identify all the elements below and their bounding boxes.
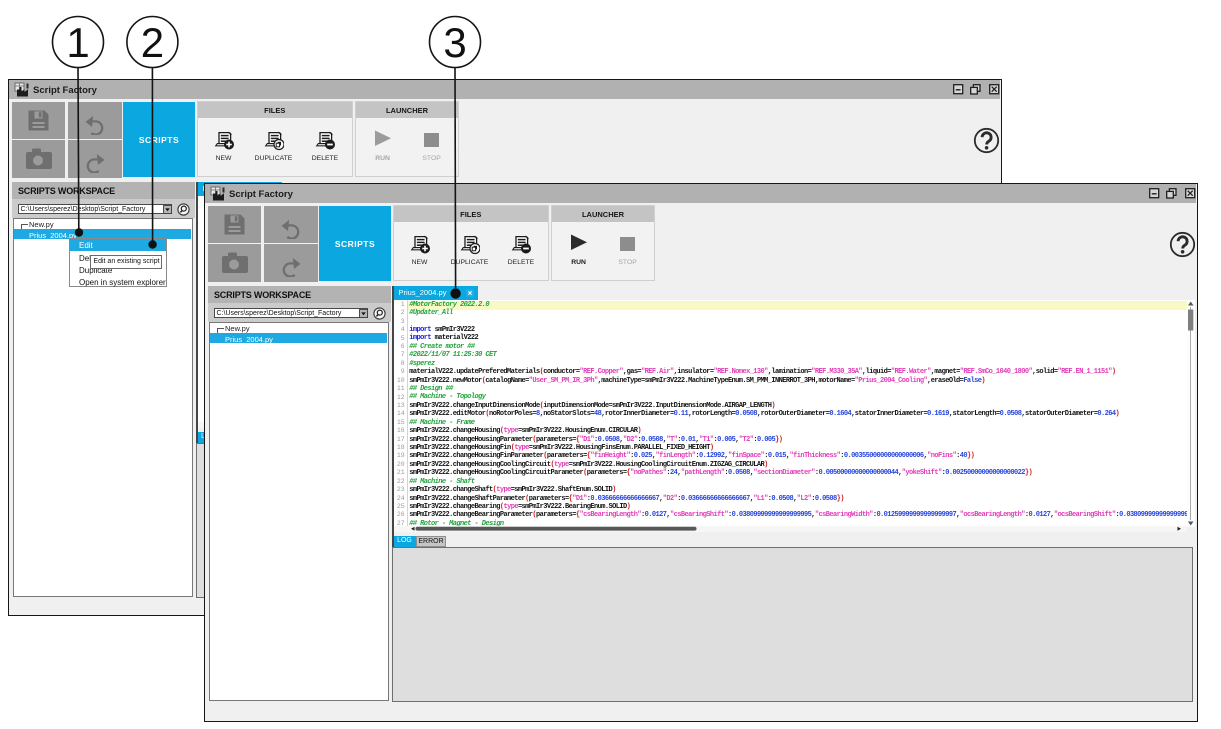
svg-text:1: 1	[66, 19, 89, 66]
svg-text:2: 2	[141, 19, 164, 66]
svg-text:3: 3	[443, 19, 466, 66]
